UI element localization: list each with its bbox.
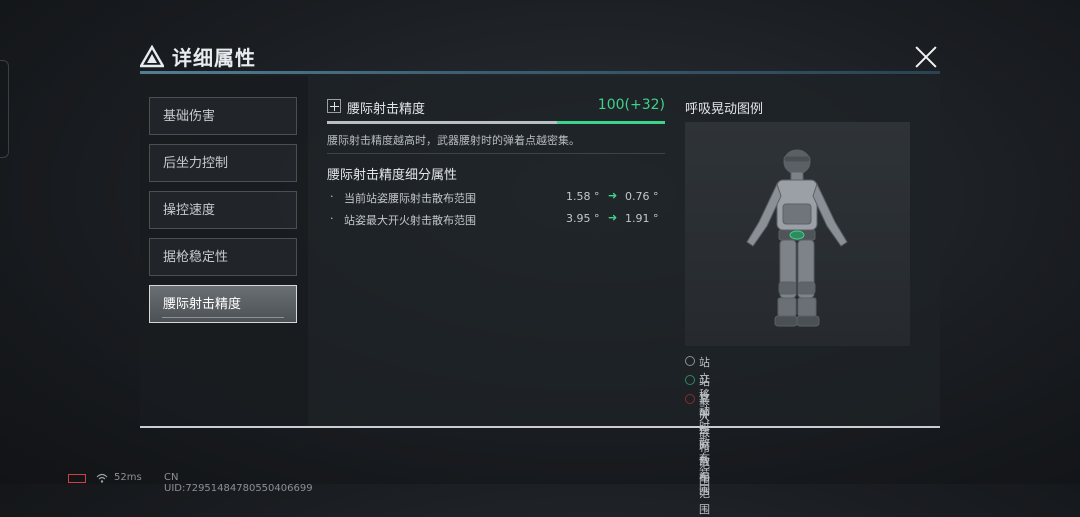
stat-description: 腰际射击精度越高时，武器腰射时的弹着点越密集。 [327, 134, 580, 147]
legend-figure-panel [685, 122, 910, 346]
attr-old-value: 1.58 ° [566, 190, 600, 203]
legend-dot [685, 375, 695, 385]
attr-name: 站姿最大开火射击散布范围 [344, 214, 476, 227]
attr-old-value: 3.95 ° [566, 212, 600, 225]
triangle-emblem-icon [140, 44, 164, 67]
arrow-right-icon: ➜ [608, 189, 618, 202]
nav-item-hipfire-accuracy[interactable]: 腰际射击精度 [149, 285, 297, 323]
page-title: 详细属性 [172, 46, 256, 70]
nav-item-handling-speed[interactable]: 操控速度 [149, 191, 297, 229]
legend-title: 呼吸晃动图例 [685, 102, 764, 117]
stat-label: 腰际射击精度 [347, 102, 426, 117]
legend-dot [685, 356, 695, 366]
stat-progress-bar [327, 121, 665, 124]
dialog-header: 详细属性 [140, 40, 940, 74]
nav-item-recoil-control[interactable]: 后坐力控制 [149, 144, 297, 182]
nav-item-base-damage[interactable]: 基础伤害 [149, 97, 297, 135]
stat-value: 100(+32) [597, 97, 665, 113]
header-divider [140, 71, 940, 74]
details-panel: 基础伤害 后坐力控制 操控速度 据枪稳定性 腰际射击精度 腰际射击精度 100(… [140, 76, 940, 516]
legend-label: 最大散布范围 [699, 394, 710, 487]
attr-name: 当前站姿腰际射击散布范围 [344, 192, 476, 205]
crosshair-icon [327, 99, 341, 113]
attribute-nav: 基础伤害 后坐力控制 操控速度 据枪稳定性 腰际射击精度 [140, 76, 308, 426]
stat-header: 腰际射击精度 100(+32) [327, 97, 665, 118]
attr-row: · 当前站姿腰际射击散布范围 1.58 ° ➜ 0.76 ° [330, 189, 660, 206]
attr-new-value: 0.76 ° [625, 190, 659, 203]
bullet: · [330, 212, 334, 225]
arrow-right-icon: ➜ [608, 211, 618, 224]
title-group: 详细属性 [140, 42, 256, 71]
nav-item-aim-stability[interactable]: 据枪稳定性 [149, 238, 297, 276]
battery-icon [68, 474, 86, 483]
attr-new-value: 1.91 ° [625, 212, 659, 225]
ping-value: 52ms [114, 472, 142, 483]
stat-bar-bonus [556, 121, 665, 124]
side-drawer-handle[interactable] [0, 60, 9, 158]
close-icon[interactable] [914, 45, 938, 69]
legend-dot [685, 394, 695, 404]
bullet: · [330, 190, 334, 203]
attr-row: · 站姿最大开火射击散布范围 3.95 ° ➜ 1.91 ° [330, 211, 660, 228]
soldier-figure-icon [746, 149, 848, 327]
section-divider [327, 153, 665, 154]
wifi-icon [96, 473, 108, 483]
user-uid: CN UID:72951484780550406699 [164, 472, 313, 494]
stat-bar-base [327, 121, 557, 124]
sub-attributes-title: 腰际射击精度细分属性 [327, 168, 458, 183]
